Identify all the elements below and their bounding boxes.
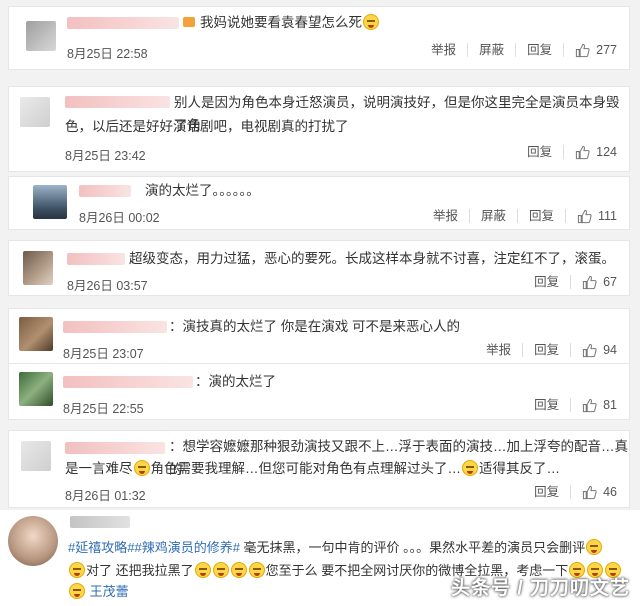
comment-text: 超级变态，用力过猛，恶心的要死。长成这样本身就不讨喜，注定红不了，滚蛋。 xyxy=(129,251,615,266)
comment-card: ：演的太烂了 8月25日 22:55 回复 81 xyxy=(8,364,630,420)
emoji-icon xyxy=(586,539,603,555)
dizzy-emoji-icon xyxy=(462,460,478,476)
comment-actions: 回复 81 xyxy=(523,396,617,414)
comment-time: 8月25日 22:58 xyxy=(67,47,148,61)
vip-badge-icon xyxy=(183,17,195,27)
avatar[interactable] xyxy=(19,372,53,406)
comment-text: 我妈说她要看袁春望怎么死 xyxy=(200,11,380,34)
emoji-icon xyxy=(194,562,211,578)
like-button[interactable]: 111 xyxy=(566,209,617,224)
like-button[interactable]: 81 xyxy=(571,398,617,413)
dizzy-emoji-icon xyxy=(133,460,150,476)
watermark: 头条号 / 刀刀叨文艺 xyxy=(451,578,630,599)
comment-card: 我妈说她要看袁春望怎么死 8月25日 22:58 举报 屏蔽 回复 277 xyxy=(8,6,630,70)
comment-actions: 举报 屏蔽 回复 111 xyxy=(422,207,617,225)
emoji-icon xyxy=(69,562,85,578)
emoji-icon xyxy=(230,562,247,578)
block-button[interactable]: 屏蔽 xyxy=(468,43,517,57)
post-text: #延禧攻略##辣鸡演员的修养# 毫无抹黑，一句中肯的评价 。。。果然水平差的演员… xyxy=(68,536,603,559)
topic-tag-link[interactable]: #延禧攻略# xyxy=(68,540,134,555)
emoji-icon xyxy=(212,562,229,578)
report-button[interactable]: 举报 xyxy=(475,343,524,357)
thumbs-up-icon xyxy=(582,398,597,412)
mention-line: 王茂蕾 xyxy=(68,580,129,603)
avatar[interactable] xyxy=(21,441,51,471)
comment-time: 8月25日 22:55 xyxy=(63,402,144,416)
reply-button[interactable]: 回复 xyxy=(523,275,572,289)
comment-time: 8月26日 00:02 xyxy=(79,211,160,225)
thumbs-up-icon xyxy=(576,43,590,57)
laughing-emoji-icon xyxy=(363,14,379,30)
reply-button[interactable]: 回复 xyxy=(523,343,572,357)
thumbs-up-icon xyxy=(582,343,597,357)
comment-text: ：演技真的太烂了 你是在演戏 可不是来恶心人的 xyxy=(169,319,461,334)
username[interactable] xyxy=(67,17,179,29)
avatar[interactable] xyxy=(23,251,53,285)
comment-card: ：演技真的太烂了 你是在演戏 可不是来恶心人的 8月25日 23:07 举报 回… xyxy=(8,308,630,364)
like-count: 111 xyxy=(597,209,617,223)
like-count: 81 xyxy=(603,398,617,412)
comment-text: ：演的太烂了 xyxy=(195,374,276,389)
avatar[interactable] xyxy=(33,185,67,219)
avatar[interactable] xyxy=(8,516,58,566)
username[interactable] xyxy=(65,96,170,108)
comment-text-cont: 是一言难尽 角色需要我理解…但您可能对角色有点理解过头了… 适得其反了… xyxy=(65,460,560,476)
avatar[interactable] xyxy=(19,317,53,351)
reply-button[interactable]: 回复 xyxy=(516,145,565,159)
username[interactable] xyxy=(79,185,131,197)
thumbs-up-icon xyxy=(577,209,592,223)
like-button[interactable]: 124 xyxy=(564,145,617,160)
username[interactable] xyxy=(70,516,130,528)
comment-actions: 回复 124 xyxy=(516,143,617,161)
username[interactable] xyxy=(63,321,167,333)
avatar[interactable] xyxy=(20,97,50,127)
like-button[interactable]: 67 xyxy=(571,275,617,290)
mention-link[interactable]: 王茂蕾 xyxy=(90,584,129,599)
emoji-icon xyxy=(69,583,85,599)
comment-card: 演的太烂了。。。。。。 8月26日 00:02 举报 屏蔽 回复 111 xyxy=(8,176,630,230)
topic-tag-link[interactable]: #辣鸡演员的修养# xyxy=(134,540,239,555)
like-button[interactable]: 46 xyxy=(571,485,617,500)
username[interactable] xyxy=(67,253,125,265)
comment-text-cont: 色，以后还是好好演话剧吧，电视剧真的打扰了 xyxy=(65,119,349,134)
weibo-post: #延禧攻略##辣鸡演员的修养# 毫无抹黑，一句中肯的评价 。。。果然水平差的演员… xyxy=(0,510,640,606)
comment-actions: 举报 屏蔽 回复 277 xyxy=(420,41,617,59)
reply-button[interactable]: 回复 xyxy=(523,398,572,412)
username[interactable] xyxy=(63,376,193,388)
like-count: 277 xyxy=(596,43,617,57)
thumbs-up-icon xyxy=(582,275,597,289)
comment-time: 8月25日 23:42 xyxy=(65,149,146,163)
thumbs-up-icon xyxy=(576,145,590,159)
report-button[interactable]: 举报 xyxy=(422,209,470,223)
comment-time: 8月26日 01:32 xyxy=(65,489,146,503)
like-count: 67 xyxy=(603,275,617,289)
comment-actions: 举报 回复 94 xyxy=(475,341,617,359)
comment-actions: 回复 67 xyxy=(523,273,617,291)
like-count: 94 xyxy=(603,343,617,357)
like-button[interactable]: 94 xyxy=(571,343,617,358)
comment-card: 超级变态，用力过猛，恶心的要死。长成这样本身就不讨喜，注定红不了，滚蛋。 8月2… xyxy=(8,240,630,296)
comment-text: 演的太烂了。。。。。。 xyxy=(145,183,260,198)
report-button[interactable]: 举报 xyxy=(420,43,469,57)
like-count: 46 xyxy=(603,485,617,499)
comment-time: 8月26日 03:57 xyxy=(67,279,148,293)
reply-button[interactable]: 回复 xyxy=(516,43,565,57)
username[interactable] xyxy=(65,442,165,454)
comment-time: 8月25日 23:07 xyxy=(63,347,144,361)
comment-card: 别人是因为角色本身迁怒演员，说明演技好，但是你这里完全是演员本身毁了角 色，以后… xyxy=(8,86,630,172)
reply-button[interactable]: 回复 xyxy=(523,485,572,499)
emoji-icon xyxy=(248,562,265,578)
thumbs-up-icon xyxy=(582,485,597,499)
comment-actions: 回复 46 xyxy=(523,483,617,501)
like-button[interactable]: 277 xyxy=(564,43,617,58)
block-button[interactable]: 屏蔽 xyxy=(470,209,518,223)
reply-button[interactable]: 回复 xyxy=(518,209,566,223)
comment-card: ：想学容嬷嬷那种狠劲演技又跟不上…浮于表面的演技…加上浮夸的配音…真的 是一言难… xyxy=(8,430,630,508)
like-count: 124 xyxy=(596,145,617,159)
avatar[interactable] xyxy=(26,21,56,51)
